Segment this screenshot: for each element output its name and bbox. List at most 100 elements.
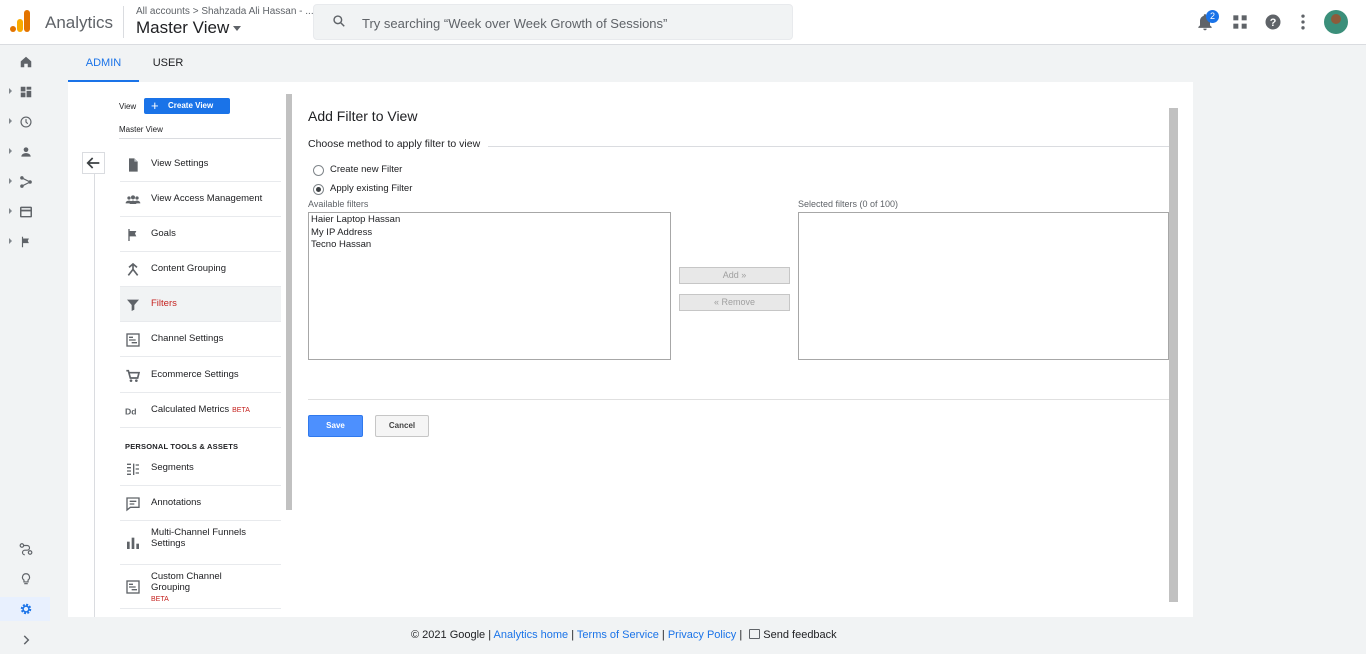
available-filters-list[interactable]: Haier Laptop Hassan My IP Address Tecno …: [308, 212, 671, 360]
current-view-name[interactable]: Master View: [119, 125, 163, 134]
privacy-link[interactable]: Privacy Policy: [668, 629, 736, 641]
top-bar: Analytics All accounts > Shahzada Ali Ha…: [0, 0, 1366, 45]
left-nav-rail: [0, 45, 50, 654]
annotations-icon: [126, 497, 140, 512]
nav-item-label: Segments: [151, 462, 194, 473]
list-item[interactable]: Tecno Hassan: [311, 239, 668, 252]
footer: © 2021 Google | Analytics home | Terms o…: [411, 629, 837, 641]
nav-item-view-access-management[interactable]: View Access Management: [120, 182, 281, 217]
nav-item-filters[interactable]: Filters: [120, 287, 281, 322]
behavior-nav[interactable]: [0, 200, 50, 224]
nav-scrollbar[interactable]: [286, 94, 292, 510]
copyright: © 2021 Google: [411, 629, 486, 641]
nav-item-label: Filters: [151, 298, 177, 309]
filter-icon: [127, 299, 139, 311]
discover-icon: [21, 573, 31, 585]
realtime-icon: [20, 116, 32, 128]
section-title: PERSONAL TOOLS & ASSETS: [125, 442, 239, 451]
selected-filters-list[interactable]: [798, 212, 1169, 360]
conversions-icon: [21, 236, 29, 248]
nav-item-content-grouping[interactable]: Content Grouping: [120, 252, 281, 287]
nav-item-view-settings[interactable]: View Settings: [120, 147, 281, 182]
apps-icon[interactable]: [1230, 12, 1250, 32]
home-icon: [20, 56, 32, 68]
document-icon: [129, 158, 138, 172]
nav-item-custom-channel-grouping[interactable]: Custom Channel Grouping BETA: [120, 565, 281, 609]
divider: [119, 138, 281, 139]
available-filters-label: Available filters: [308, 199, 369, 209]
expand-nav[interactable]: [0, 628, 50, 652]
beta-badge: BETA: [232, 407, 250, 414]
acquisition-nav[interactable]: [0, 170, 50, 194]
nav-item-ecommerce-settings[interactable]: Ecommerce Settings: [120, 358, 281, 393]
calculated-metrics-icon: Dd: [125, 406, 137, 416]
list-item[interactable]: Haier Laptop Hassan: [311, 214, 668, 227]
save-button[interactable]: Save: [308, 415, 363, 437]
nav-item-label: View Access Management: [151, 193, 263, 204]
nav-item-label: Ecommerce Settings: [151, 369, 239, 380]
conversions-nav[interactable]: [0, 230, 50, 254]
calculated-metrics-label: Calculated Metrics: [151, 404, 230, 415]
add-button[interactable]: Add »: [679, 267, 790, 284]
nav-item-label: Custom Channel Grouping BETA: [151, 571, 261, 605]
tab-admin[interactable]: ADMIN: [68, 45, 139, 82]
nav-item-segments[interactable]: Segments: [120, 451, 281, 486]
caret-down-icon: [233, 26, 242, 32]
nav-item-label: Channel Settings: [151, 333, 224, 344]
cart-icon: [126, 369, 141, 382]
realtime-nav[interactable]: [0, 110, 50, 134]
remove-button[interactable]: « Remove: [679, 294, 790, 311]
admin-nav[interactable]: [0, 597, 50, 621]
customization-icon: [20, 86, 32, 98]
search-icon: [333, 15, 345, 27]
method-label: Choose method to apply filter to view: [308, 138, 489, 150]
terms-link[interactable]: Terms of Service: [577, 629, 659, 641]
divider: [308, 399, 1169, 400]
account-breadcrumb[interactable]: All accounts > Shahzada Ali Hassan - ...: [136, 6, 314, 17]
nav-item-multi-channel-funnels-settings[interactable]: Multi-Channel Funnels Settings: [120, 521, 281, 565]
divider: [94, 152, 95, 617]
svg-text:Dd: Dd: [125, 406, 137, 416]
beta-badge: BETA: [151, 596, 169, 603]
view-selector-label: Master View: [136, 18, 230, 37]
expand-icon: [23, 635, 30, 645]
cancel-button[interactable]: Cancel: [375, 415, 429, 437]
audience-icon: [21, 147, 31, 157]
arrow-back-icon: [86, 157, 100, 169]
view-selector[interactable]: Master View: [136, 18, 242, 38]
content-scrollbar[interactable]: [1169, 108, 1178, 602]
content-grouping-icon: [127, 262, 139, 276]
analytics-home-link[interactable]: Analytics home: [494, 629, 569, 641]
more-vert-icon[interactable]: [1293, 12, 1313, 32]
app-name: Analytics: [45, 13, 114, 32]
home-nav[interactable]: [0, 50, 50, 74]
nav-item-calculated-metrics[interactable]: Dd Calculated Metrics BETA: [120, 393, 281, 428]
account-avatar[interactable]: [1324, 10, 1348, 34]
search-input[interactable]: Try searching “Week over Week Growth of …: [313, 4, 793, 40]
back-button[interactable]: [82, 152, 105, 174]
tab-user[interactable]: USER: [140, 45, 196, 82]
customization-nav[interactable]: [0, 80, 50, 104]
acquisition-icon: [20, 176, 32, 188]
create-new-filter-label[interactable]: Create new Filter: [330, 164, 402, 175]
discover-nav[interactable]: [0, 567, 50, 591]
nav-item-label: Multi-Channel Funnels Settings: [151, 527, 247, 549]
send-feedback-link[interactable]: Send feedback: [763, 629, 836, 641]
nav-item-label: Annotations: [151, 497, 202, 508]
nav-item-annotations[interactable]: Annotations: [120, 486, 281, 521]
list-item[interactable]: My IP Address: [311, 227, 668, 240]
create-view-button[interactable]: + Create View: [144, 98, 230, 114]
create-new-filter-radio[interactable]: [313, 165, 324, 176]
nav-item-goals[interactable]: Goals: [120, 217, 281, 252]
attribution-nav[interactable]: [0, 537, 50, 561]
flag-icon: [128, 229, 137, 241]
apply-existing-filter-radio[interactable]: [313, 184, 324, 195]
audience-nav[interactable]: [0, 140, 50, 164]
svg-text:?: ?: [1270, 17, 1277, 29]
help-icon[interactable]: ?: [1263, 12, 1283, 32]
analytics-logo-icon[interactable]: [10, 10, 32, 32]
nav-item-channel-settings[interactable]: Channel Settings: [120, 322, 281, 357]
selected-filters-label: Selected filters (0 of 100): [798, 199, 899, 209]
apply-existing-filter-label[interactable]: Apply existing Filter: [330, 183, 412, 194]
nav-item-label: Content Grouping: [151, 263, 226, 274]
